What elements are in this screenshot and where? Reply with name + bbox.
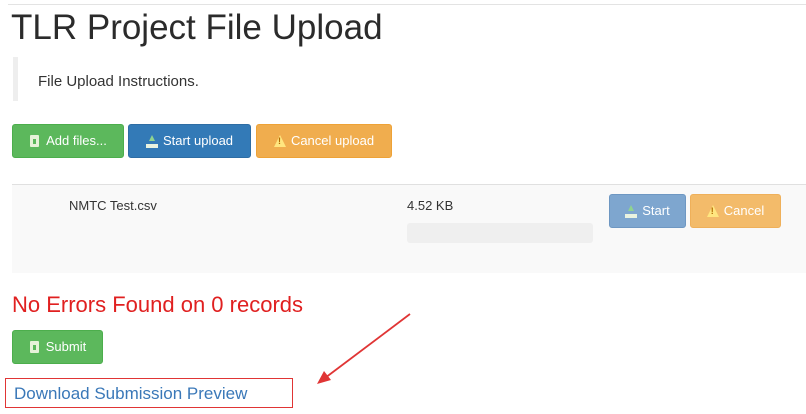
- instructions-panel: File Upload Instructions.: [13, 57, 418, 101]
- add-files-button[interactable]: Add files...: [12, 124, 124, 158]
- add-files-label: Add files...: [46, 133, 107, 148]
- warning-icon: [706, 204, 719, 218]
- download-submission-preview-link[interactable]: Download Submission Preview: [14, 384, 247, 404]
- upload-icon: [625, 204, 638, 218]
- submit-button[interactable]: Submit: [12, 330, 103, 364]
- start-upload-label: Start upload: [162, 133, 234, 148]
- start-upload-button[interactable]: Start upload: [128, 124, 251, 158]
- file-size: 4.52 KB: [407, 198, 454, 213]
- annotation-arrow-head: [317, 371, 331, 384]
- warning-icon: [273, 134, 286, 148]
- file-start-label: Start: [642, 203, 670, 218]
- annotation-arrow-line: [324, 313, 411, 379]
- file-cancel-button[interactable]: Cancel: [690, 194, 781, 228]
- top-divider: [8, 4, 806, 5]
- file-cancel-label: Cancel: [723, 203, 765, 218]
- file-row: NMTC Test.csv 4.52 KB Start Cancel: [12, 184, 806, 273]
- validation-status-message: No Errors Found on 0 records: [12, 292, 304, 317]
- document-icon: [29, 340, 41, 354]
- upload-icon: [145, 134, 158, 148]
- upload-page: TLR Project File Upload File Upload Inst…: [0, 0, 806, 414]
- document-plus-icon: [29, 134, 41, 148]
- cancel-upload-button[interactable]: Cancel upload: [256, 124, 392, 158]
- instructions-text: File Upload Instructions.: [38, 73, 199, 90]
- page-title: TLR Project File Upload: [11, 8, 383, 47]
- file-start-button[interactable]: Start: [609, 194, 686, 228]
- upload-progress-bar: [407, 223, 593, 243]
- file-name: NMTC Test.csv: [69, 198, 157, 213]
- download-highlight-box: Download Submission Preview: [5, 378, 293, 408]
- submit-label: Submit: [45, 339, 87, 354]
- cancel-upload-label: Cancel upload: [290, 133, 375, 148]
